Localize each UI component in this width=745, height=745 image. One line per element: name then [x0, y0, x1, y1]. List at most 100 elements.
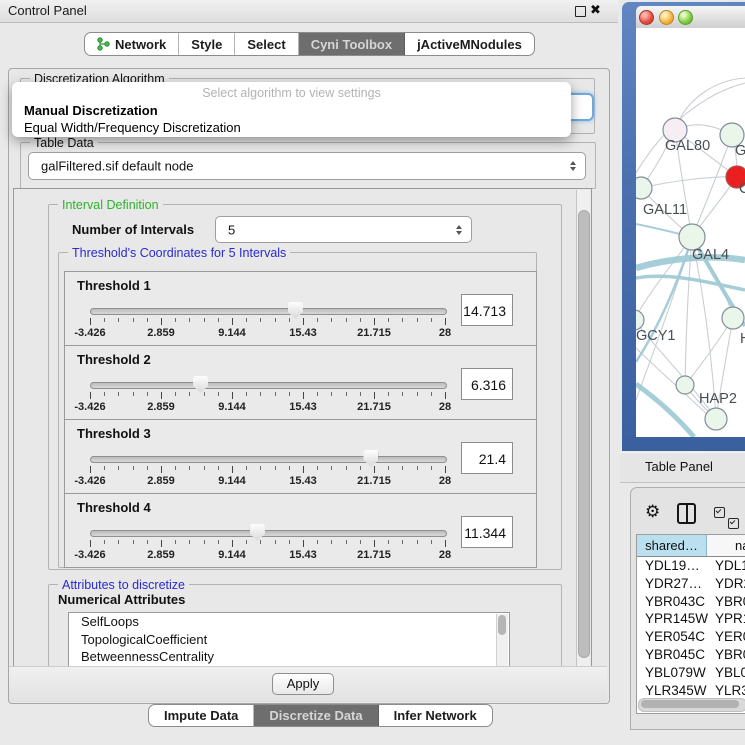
network-graph: GAL80 G C GAL11 GAL4 GCY1 H HAP2 [636, 28, 745, 437]
column-header-shared-name[interactable]: shared… [637, 535, 707, 556]
cell-name[interactable]: YLR3 [715, 682, 745, 700]
tab-jactivemnodules[interactable]: jActiveMNodules [405, 33, 534, 55]
table-row[interactable]: YBL079W YBL0 [637, 664, 745, 682]
tab-style[interactable]: Style [179, 33, 235, 55]
slider-thumb[interactable] [193, 376, 208, 393]
cell-name[interactable]: YDL1 [715, 557, 745, 575]
tab-select[interactable]: Select [235, 33, 298, 55]
tick-mark [133, 540, 134, 544]
tab-impute-data[interactable]: Impute Data [149, 705, 254, 726]
tick-mark [289, 466, 290, 470]
network-view-canvas[interactable]: GAL80 G C GAL11 GAL4 GCY1 H HAP2 [636, 28, 745, 437]
cell-name[interactable]: YBR0 [715, 646, 745, 664]
number-of-intervals-dropdown[interactable]: 5 [215, 216, 472, 243]
tick-mark [417, 392, 418, 396]
tab-discretize-data[interactable]: Discretize Data [254, 705, 378, 726]
cell-shared-name[interactable]: YER054C [645, 628, 705, 646]
scrollbar-thumb[interactable] [498, 615, 506, 635]
threshold-value-field[interactable]: 11.344 [461, 516, 513, 548]
close-traffic-light-icon[interactable] [639, 10, 654, 25]
tab-network[interactable]: Network [85, 33, 179, 55]
cell-shared-name[interactable]: YPR145W [645, 610, 708, 628]
settings-scrollbar[interactable] [576, 190, 590, 666]
minimize-traffic-light-icon[interactable] [659, 10, 674, 25]
algorithm-option-equal-width[interactable]: Equal Width/Frequency Discretization [24, 120, 241, 135]
table-horizontal-scrollbar[interactable] [638, 698, 745, 712]
table-row[interactable]: YBR043C YBR0 [637, 593, 745, 611]
tick-mark [402, 392, 403, 396]
tick-mark [388, 318, 389, 322]
slider-track[interactable] [90, 456, 447, 463]
list-scrollbar[interactable] [496, 614, 508, 666]
cell-shared-name[interactable]: YLR345W [645, 682, 707, 700]
tick-label: 15.43 [289, 475, 317, 487]
table-row[interactable]: YDR27… YDR2 [637, 575, 745, 593]
apply-button[interactable]: Apply [272, 673, 334, 695]
gear-icon[interactable]: ⚙ [645, 502, 660, 522]
tick-mark [232, 540, 233, 547]
table-row[interactable]: YPR145W YPR1 [637, 610, 745, 628]
close-icon[interactable]: ✖ [590, 2, 601, 18]
tab-cyni-toolbox[interactable]: Cyni Toolbox [299, 33, 405, 55]
slider-thumb[interactable] [250, 524, 265, 541]
tick-label: 21.715 [357, 401, 391, 413]
tab-infer-network[interactable]: Infer Network [379, 705, 492, 726]
cell-name[interactable]: YPR1 [715, 610, 745, 628]
attribute-item[interactable]: SelfLoops [69, 613, 509, 631]
tick-mark [90, 318, 91, 325]
table-row[interactable]: YLR345W YLR3 [637, 682, 745, 700]
cell-shared-name[interactable]: YDR27… [645, 575, 702, 593]
algorithm-placeholder-option[interactable]: Select algorithm to view settings [12, 86, 571, 100]
numerical-attributes-list[interactable]: SelfLoopsTopologicalCoefficientBetweenne… [68, 612, 510, 668]
scrollbar-thumb[interactable] [641, 700, 739, 708]
thresholds-group-label: Threshold's Coordinates for 5 Intervals [68, 246, 290, 260]
cell-shared-name[interactable]: YBL079W [645, 664, 706, 682]
cell-name[interactable]: YBR0 [715, 593, 745, 611]
slider-ticks [90, 466, 445, 474]
tick-mark [331, 318, 332, 322]
columns-icon[interactable] [677, 503, 696, 524]
slider-thumb[interactable] [288, 302, 303, 319]
zoom-traffic-light-icon[interactable] [678, 10, 693, 25]
tick-label: 21.715 [357, 475, 391, 487]
threshold-value-field[interactable]: 21.4 [461, 442, 513, 474]
cell-shared-name[interactable]: YDL19… [645, 557, 700, 575]
table-data-dropdown[interactable]: galFiltered.sif default node [28, 152, 586, 180]
slider-track[interactable] [90, 308, 447, 315]
network-window-titlebar[interactable] [636, 6, 745, 29]
network-nodes[interactable] [636, 118, 745, 430]
attribute-item[interactable]: BetweennessCentrality [69, 648, 509, 666]
tick-mark [133, 466, 134, 470]
algorithm-option-manual[interactable]: Manual Discretization [24, 103, 158, 118]
tick-mark [147, 392, 148, 396]
slider-tick-labels: -3.4262.8599.14415.4321.71528 [90, 549, 445, 561]
threshold-value-field[interactable]: 6.316 [461, 368, 513, 400]
tab-discretize-data-label: Discretize Data [269, 708, 362, 723]
tick-label: 9.144 [218, 401, 246, 413]
cell-name[interactable]: YER0 [715, 628, 745, 646]
column-header-name[interactable]: na [707, 535, 745, 556]
table-row[interactable]: YER054C YER0 [637, 628, 745, 646]
table-row[interactable]: YDL19… YDL1 [637, 557, 745, 575]
threshold-slider[interactable]: -3.4262.8599.14415.4321.71528 [90, 302, 445, 342]
threshold-value-field[interactable]: 14.713 [461, 294, 513, 326]
threshold-slider[interactable]: -3.4262.8599.14415.4321.71528 [90, 524, 445, 564]
threshold-slider[interactable]: -3.4262.8599.14415.4321.71528 [90, 450, 445, 490]
slider-track[interactable] [90, 382, 447, 389]
cell-shared-name[interactable]: YBR043C [645, 593, 705, 611]
cell-name[interactable]: YDR2 [715, 575, 745, 593]
slider-track[interactable] [90, 530, 447, 537]
cell-name[interactable]: YBL0 [715, 664, 745, 682]
threshold-slider[interactable]: -3.4262.8599.14415.4321.71528 [90, 376, 445, 416]
checkbox-icon[interactable] [728, 518, 739, 529]
float-window-icon[interactable] [575, 6, 586, 17]
slider-thumb[interactable] [363, 450, 378, 467]
tick-mark [246, 392, 247, 396]
table-row[interactable]: YBR045C YBR0 [637, 646, 745, 664]
checkbox-icon[interactable] [714, 507, 725, 518]
table-header-row: shared… na [637, 535, 745, 557]
scrollbar-thumb[interactable] [578, 210, 590, 658]
cell-shared-name[interactable]: YBR045C [645, 646, 705, 664]
network-node [676, 376, 694, 394]
attribute-item[interactable]: TopologicalCoefficient [69, 631, 509, 649]
